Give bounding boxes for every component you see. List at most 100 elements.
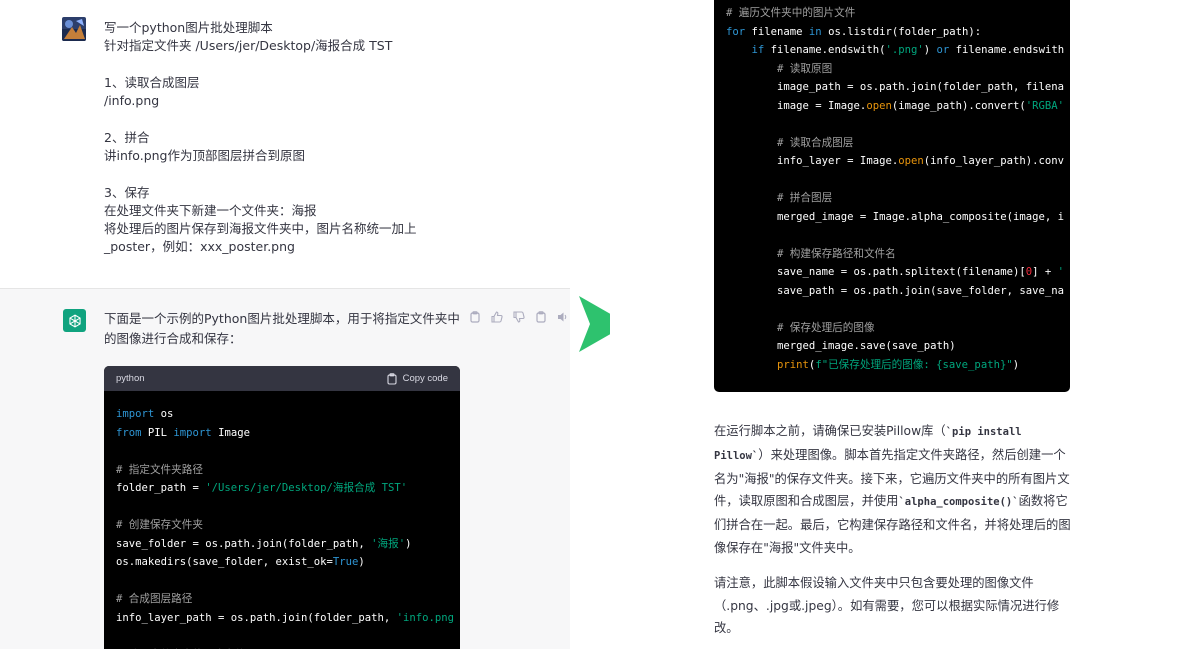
code-block: python Copy code import os from PIL impor… — [104, 366, 460, 649]
right-screenshot-panel: # 遍历文件夹中的图片文件 for filename in os.listdir(… — [610, 0, 1180, 649]
speaker-icon[interactable] — [556, 310, 570, 324]
code-token: info_layer = Image. — [726, 155, 899, 167]
user-message: 写一个python图片批处理脚本针对指定文件夹 /Users/jer/Deskt… — [0, 0, 570, 288]
code-line: save_folder = os.path.join(folder_path, … — [116, 535, 448, 554]
code-line: # 遍历文件夹中的图片文件 — [116, 646, 448, 649]
explanation-paragraph-2: 请注意，此脚本假设输入文件夹中只包含要处理的图像文件（.png、.jpg或.jp… — [714, 575, 1060, 636]
code-line: folder_path = '/Users/jer/Desktop/海报合成 T… — [116, 479, 448, 498]
code-content-continued: # 遍历文件夹中的图片文件 for filename in os.listdir(… — [714, 0, 1070, 388]
code-line: # 创建保存文件夹 — [116, 516, 448, 535]
code-token: f"已保存处理后的图像: {save_path}" — [815, 358, 1013, 371]
code-line: from PIL import Image — [116, 424, 448, 443]
user-message-line: 1、读取合成图层 — [104, 75, 200, 90]
code-token: # 合成图层路径 — [116, 593, 193, 605]
user-message-line: 讲info.png作为顶部图层拼合到原图 — [104, 148, 305, 163]
code-token: 'RGBA' — [1025, 99, 1065, 112]
code-token: in — [808, 25, 822, 38]
code-line: # 合成图层路径 — [116, 590, 448, 609]
code-token: save_folder = os.path.join(folder_path, — [116, 537, 372, 550]
code-token: ' — [1057, 266, 1065, 278]
code-token: ) — [358, 556, 365, 568]
code-token: (info_layer_path).conv — [923, 155, 1065, 167]
user-message-line: 写一个python图片批处理脚本 — [104, 20, 273, 35]
code-line: if filename.endswith('.png') or filename… — [726, 41, 1065, 60]
code-line: image_path = os.path.join(folder_path, f… — [726, 78, 1064, 97]
user-message-line: _poster，例如：xxx_poster.png — [104, 239, 295, 254]
user-message-line: 将处理后的图片保存到海报文件夹中，图片名称统一加上 — [104, 221, 417, 236]
assistant-intro-text: 下面是一个示例的Python图片批处理脚本，用于将指定文件夹中的图像进行合成和保… — [104, 311, 460, 346]
code-token: filename.endswith — [949, 44, 1065, 56]
code-token: filename.endswith( — [764, 44, 886, 56]
code-token: # 指定文件夹路径 — [116, 463, 203, 476]
code-token: image = Image. — [726, 99, 867, 112]
user-message-line: 针对指定文件夹 /Users/jer/Desktop/海报合成 TST — [104, 38, 393, 53]
clipboard-icon — [387, 372, 397, 385]
code-token: or — [936, 44, 950, 56]
copy-code-label: Copy code — [402, 373, 448, 384]
user-message-line: /info.png — [104, 93, 160, 108]
user-message-line — [104, 55, 544, 74]
user-message-line — [104, 165, 544, 184]
user-message-line: 3、保存 — [104, 185, 150, 200]
code-token: filename — [745, 25, 809, 38]
code-token: # 构建保存路径和文件名 — [777, 247, 896, 260]
code-line: image = Image.open(image_path).convert('… — [726, 97, 1064, 116]
code-line: merged_image.save(save_path) — [726, 337, 1058, 356]
code-token: PIL — [141, 426, 174, 439]
left-screenshot-panel: 写一个python图片批处理脚本针对指定文件夹 /Users/jer/Deskt… — [0, 0, 570, 649]
code-token: # 拼合图层 — [777, 192, 833, 204]
thumbs-up-icon[interactable] — [490, 310, 504, 324]
code-token: info_layer_path = os.path.join(folder_pa… — [116, 611, 397, 624]
code-token: os.makedirs(save_folder, exist_ok= — [116, 556, 333, 568]
explanation-text: 在运行脚本之前，请确保已安装Pillow库（ — [714, 424, 946, 438]
clipboard-icon[interactable] — [534, 310, 548, 324]
code-token: folder_path = — [116, 482, 206, 494]
code-token: Image — [211, 426, 250, 439]
code-token: import — [173, 426, 212, 439]
code-token: save_name = os.path.splitext(filename)[ — [726, 266, 1026, 278]
code-token: True — [332, 556, 359, 568]
code-token: ) — [405, 537, 412, 550]
code-token: open — [866, 99, 892, 112]
code-line: # 遍历文件夹中的图片文件 — [726, 4, 1058, 23]
code-token: os.listdir(folder_path): — [821, 25, 982, 38]
code-line: # 保存处理后的图像 — [726, 319, 1058, 338]
code-token: # 读取合成图层 — [777, 136, 854, 149]
code-line: import os — [116, 405, 448, 424]
code-token: # 创建保存文件夹 — [116, 519, 203, 531]
copy-icon[interactable] — [468, 310, 482, 324]
code-token: os — [154, 408, 174, 420]
chatgpt-logo-icon — [63, 309, 86, 332]
user-message-line: 在处理文件夹下新建一个文件夹：海报 — [104, 203, 317, 218]
code-token: '/Users/jer/Desktop/海报合成 TST' — [205, 482, 408, 494]
code-token: merged_image.save(save_path) — [726, 340, 956, 352]
code-token: ) — [923, 44, 937, 56]
code-line: save_name = os.path.splitext(filename)[0… — [726, 263, 1064, 282]
copy-code-button[interactable]: Copy code — [387, 372, 448, 385]
code-line: # 读取原图 — [726, 60, 1058, 79]
code-token: from — [116, 426, 142, 439]
user-message-line: 2、拼合 — [104, 130, 150, 145]
user-message-text: 写一个python图片批处理脚本针对指定文件夹 /Users/jer/Deskt… — [104, 19, 544, 256]
code-line: info_layer_path = os.path.join(folder_pa… — [116, 609, 454, 628]
code-token: # 遍历文件夹中的图片文件 — [726, 7, 856, 19]
code-token: # 读取原图 — [777, 62, 833, 75]
message-actions — [468, 310, 570, 324]
code-token: '.png' — [885, 44, 924, 56]
code-token: merged_image = Image.alpha_composite(ima… — [726, 210, 1065, 223]
code-block-continued: # 遍历文件夹中的图片文件 for filename in os.listdir(… — [714, 0, 1070, 392]
code-token: '海报' — [371, 537, 406, 550]
thumbs-down-icon[interactable] — [512, 310, 526, 324]
code-token: for — [726, 25, 746, 38]
code-token: open — [898, 155, 924, 167]
